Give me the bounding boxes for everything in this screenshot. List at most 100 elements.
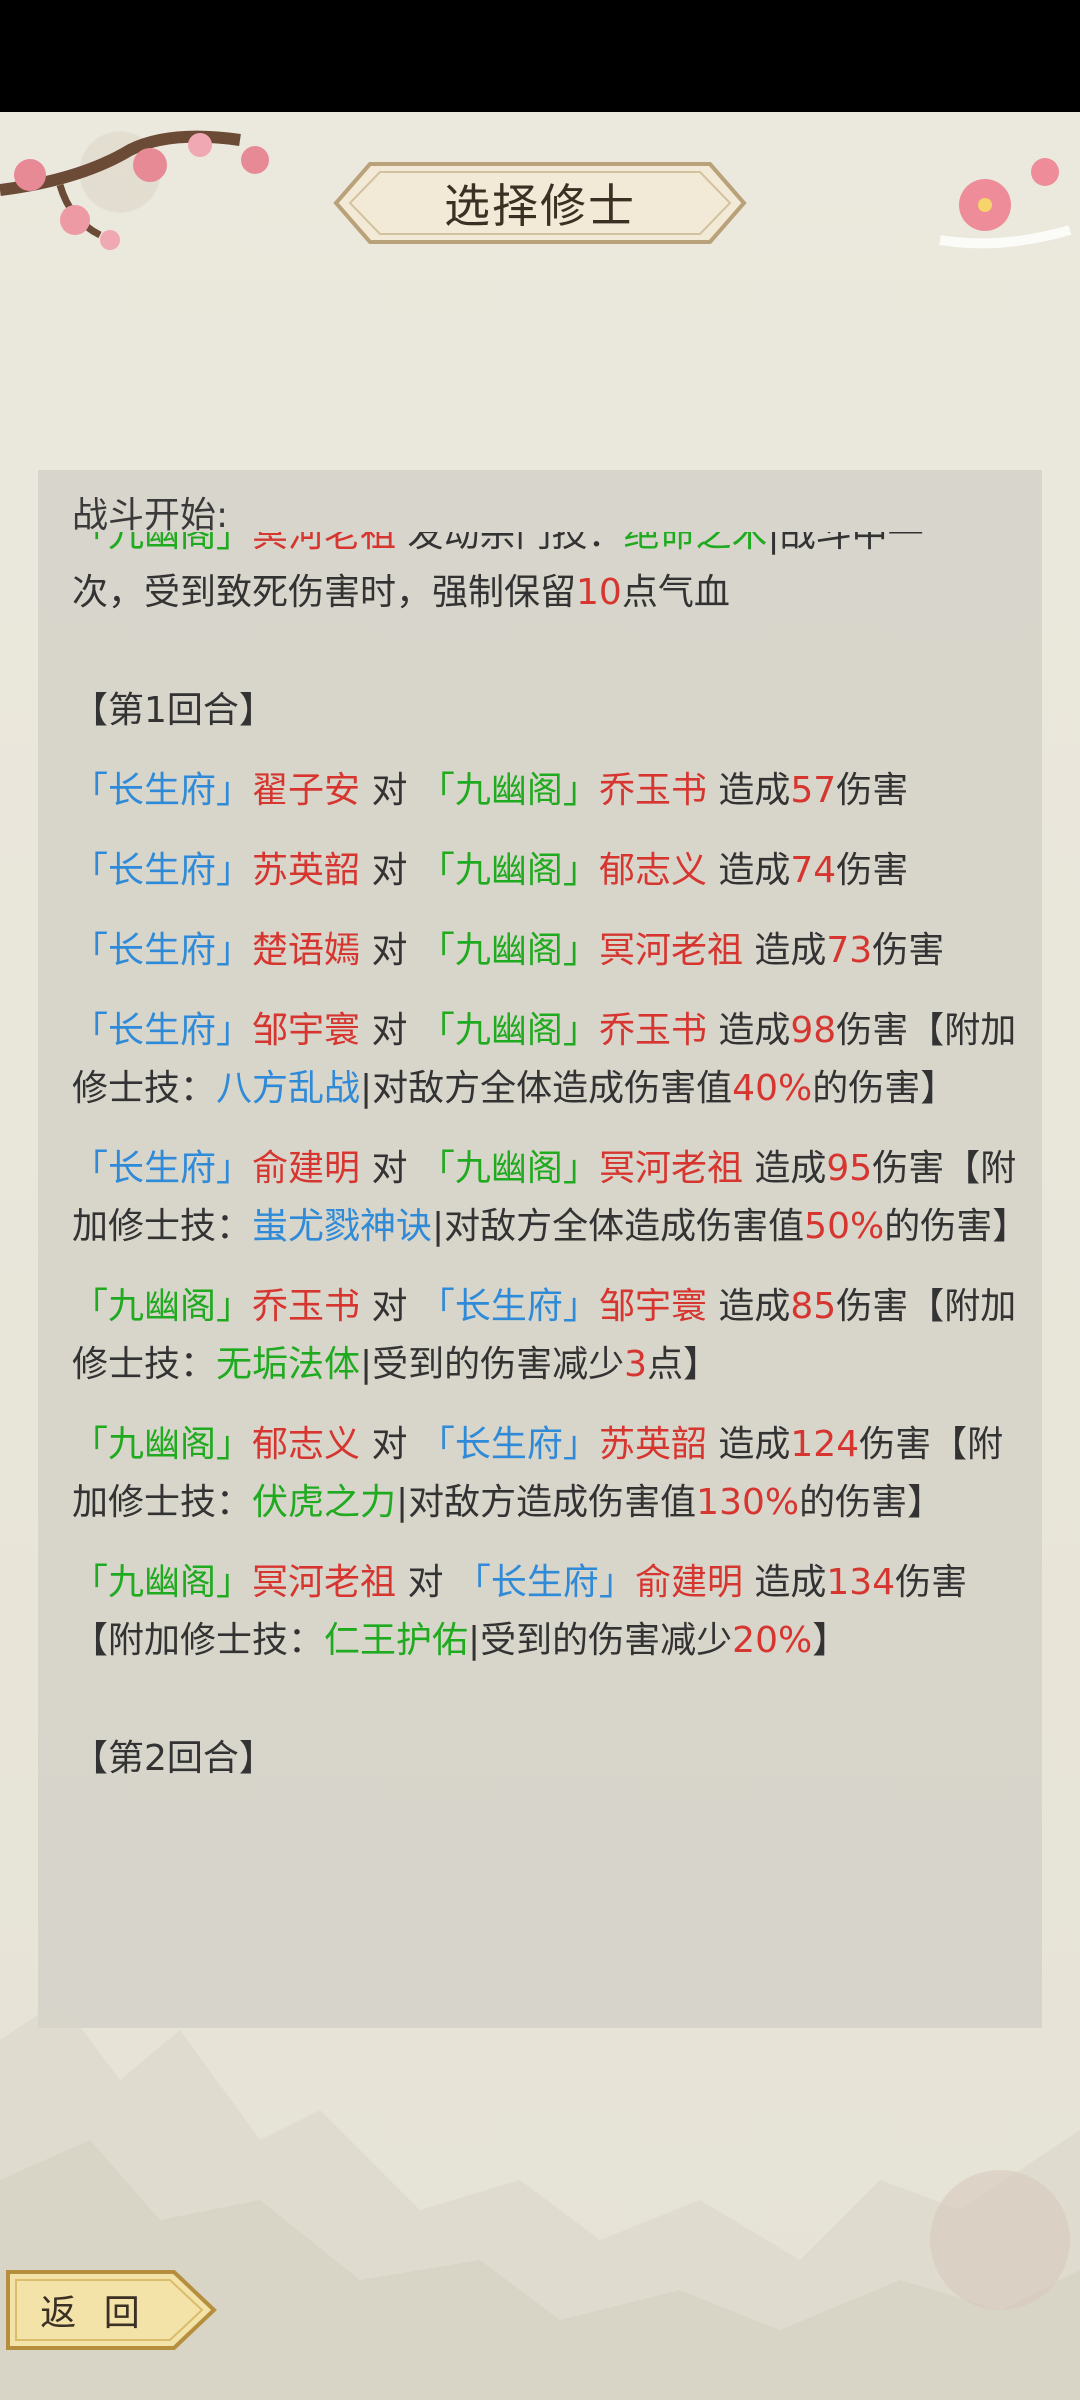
attacker-name: 苏英韶 <box>252 850 361 891</box>
attacker-faction: 「长生府」 <box>72 1010 253 1051</box>
damage-text: 造成 <box>742 1148 827 1189</box>
attacker-faction: 「长生府」 <box>72 1148 253 1189</box>
battle-log-panel[interactable]: 战斗开始: 「九幽阁」冥河老祖 发动宗门技：绝命之术|战斗中一 次，受到致死伤害… <box>38 470 1042 2028</box>
skill-name: 蚩尤戮神诀 <box>252 1206 433 1247</box>
defender-faction: 「九幽阁」 <box>418 930 599 971</box>
log-line: 次，受到致死伤害时，强制保留10点气血 <box>72 564 1032 622</box>
battle-entry: 「长生府」翟子安 对 「九幽阁」乔玉书 造成57伤害 <box>72 762 1032 820</box>
action-text: 发动宗门技： <box>396 532 624 555</box>
skill-value: 50% <box>804 1206 885 1247</box>
skill-desc: 的伤害】 <box>884 1206 1029 1247</box>
skill-desc: 点】 <box>647 1344 720 1385</box>
versus-text: 对 <box>360 1148 419 1189</box>
damage-text: 伤害 <box>872 930 945 971</box>
back-button-label: 返 回 <box>40 2293 148 2334</box>
damage-value: 85 <box>790 1286 837 1327</box>
log-text: 点气血 <box>621 572 730 613</box>
defender-name: 郁志义 <box>598 850 707 891</box>
versus-text: 对 <box>360 1424 419 1465</box>
title-plaque: 选择修士 <box>330 158 750 248</box>
attacker-faction: 「九幽阁」 <box>72 1562 253 1603</box>
defender-name: 邹宇寰 <box>598 1286 707 1327</box>
defender-name: 乔玉书 <box>598 770 707 811</box>
attacker-faction: 「长生府」 <box>72 850 253 891</box>
battle-entry: 「长生府」邹宇寰 对 「九幽阁」乔玉书 造成98伤害【附加修士技：八方乱战|对敌… <box>72 1002 1032 1118</box>
damage-text: 造成 <box>742 930 827 971</box>
damage-text: 造成 <box>706 1424 791 1465</box>
page-title: 选择修士 <box>444 179 636 233</box>
skill-desc: |对敌方全体造成伤害值 <box>432 1206 805 1247</box>
attacker-faction: 「长生府」 <box>72 930 253 971</box>
attacker-name: 乔玉书 <box>252 1286 361 1327</box>
battle-entry: 「长生府」俞建明 对 「九幽阁」冥河老祖 造成95伤害【附加修士技：蚩尤戮神诀|… <box>72 1140 1032 1256</box>
plum-branch-decoration <box>0 130 269 250</box>
versus-text: 对 <box>396 1562 455 1603</box>
defender-faction: 「九幽阁」 <box>418 1010 599 1051</box>
damage-text: 伤害 <box>836 850 909 891</box>
skill-name: 仁王护佑 <box>324 1620 469 1661</box>
damage-value: 124 <box>790 1424 860 1465</box>
battle-entries: 「长生府」翟子安 对 「九幽阁」乔玉书 造成57伤害 「长生府」苏英韶 对 「九幽… <box>72 762 1032 1670</box>
skill-desc: 】 <box>812 1620 849 1661</box>
damage-text: 造成 <box>742 1562 827 1603</box>
battle-log-content: 「九幽阁」冥河老祖 发动宗门技：绝命之术|战斗中一 次，受到致死伤害时，强制保留… <box>72 532 1032 1810</box>
skill-value: 3 <box>624 1344 648 1385</box>
damage-text: 造成 <box>706 1286 791 1327</box>
damage-text: 造成 <box>706 850 791 891</box>
battle-entry: 「九幽阁」冥河老祖 对 「长生府」俞建明 造成134伤害【附加修士技：仁王护佑|… <box>72 1554 1032 1670</box>
skill-name: 伏虎之力 <box>252 1482 397 1523</box>
skill-desc: |对敌方造成伤害值 <box>396 1482 697 1523</box>
defender-faction: 「长生府」 <box>454 1562 635 1603</box>
log-text: 次，受到致死伤害时，强制保留 <box>72 572 577 613</box>
attacker-name: 邹宇寰 <box>252 1010 361 1051</box>
faction-label: 「九幽阁」 <box>72 532 253 555</box>
skill-value: 40% <box>732 1068 813 1109</box>
defender-faction: 「九幽阁」 <box>418 850 599 891</box>
damage-text: 伤害 <box>836 770 909 811</box>
battle-start-label: 战斗开始: <box>72 495 229 536</box>
damage-text: 造成 <box>706 1010 791 1051</box>
defender-name: 俞建明 <box>634 1562 743 1603</box>
defender-name: 苏英韶 <box>598 1424 707 1465</box>
skill-desc: |战斗中一 <box>767 532 924 555</box>
back-button[interactable]: 返 回 <box>4 2268 218 2352</box>
versus-text: 对 <box>360 930 419 971</box>
clipped-log-line: 「九幽阁」冥河老祖 发动宗门技：绝命之术|战斗中一 <box>72 532 1032 564</box>
skill-desc: 的伤害】 <box>799 1482 944 1523</box>
versus-text: 对 <box>360 770 419 811</box>
cultivator-name: 冥河老祖 <box>252 532 397 555</box>
damage-value: 95 <box>826 1148 873 1189</box>
skill-name: 无垢法体 <box>216 1344 361 1385</box>
battle-entry: 「九幽阁」乔玉书 对 「长生府」邹宇寰 造成85伤害【附加修士技：无垢法体|受到… <box>72 1278 1032 1394</box>
defender-name: 冥河老祖 <box>598 1148 743 1189</box>
damage-value: 134 <box>826 1562 896 1603</box>
attacker-name: 楚语嫣 <box>252 930 361 971</box>
value-text: 10 <box>576 572 622 613</box>
defender-name: 冥河老祖 <box>598 930 743 971</box>
defender-faction: 「九幽阁」 <box>418 1148 599 1189</box>
attacker-faction: 「长生府」 <box>72 770 253 811</box>
round-2-header: 【第2回合】 <box>72 1738 275 1779</box>
attacker-name: 翟子安 <box>252 770 361 811</box>
damage-value: 74 <box>790 850 837 891</box>
damage-value: 98 <box>790 1010 837 1051</box>
defender-faction: 「九幽阁」 <box>418 770 599 811</box>
damage-value: 73 <box>826 930 873 971</box>
damage-value: 57 <box>790 770 837 811</box>
damage-text: 造成 <box>706 770 791 811</box>
battle-entry: 「长生府」苏英韶 对 「九幽阁」郁志义 造成74伤害 <box>72 842 1032 900</box>
versus-text: 对 <box>360 1286 419 1327</box>
attacker-faction: 「九幽阁」 <box>72 1286 253 1327</box>
skill-name: 绝命之术 <box>623 532 768 555</box>
skill-desc: 的伤害】 <box>812 1068 957 1109</box>
battle-entry: 「九幽阁」郁志义 对 「长生府」苏英韶 造成124伤害【附加修士技：伏虎之力|对… <box>72 1416 1032 1532</box>
attacker-name: 郁志义 <box>252 1424 361 1465</box>
defender-faction: 「长生府」 <box>418 1424 599 1465</box>
versus-text: 对 <box>360 1010 419 1051</box>
round-1-header: 【第1回合】 <box>72 690 275 731</box>
status-bar <box>0 0 1080 112</box>
defender-faction: 「长生府」 <box>418 1286 599 1327</box>
battle-entry: 「长生府」楚语嫣 对 「九幽阁」冥河老祖 造成73伤害 <box>72 922 1032 980</box>
skill-value: 130% <box>696 1482 800 1523</box>
attacker-name: 冥河老祖 <box>252 1562 397 1603</box>
